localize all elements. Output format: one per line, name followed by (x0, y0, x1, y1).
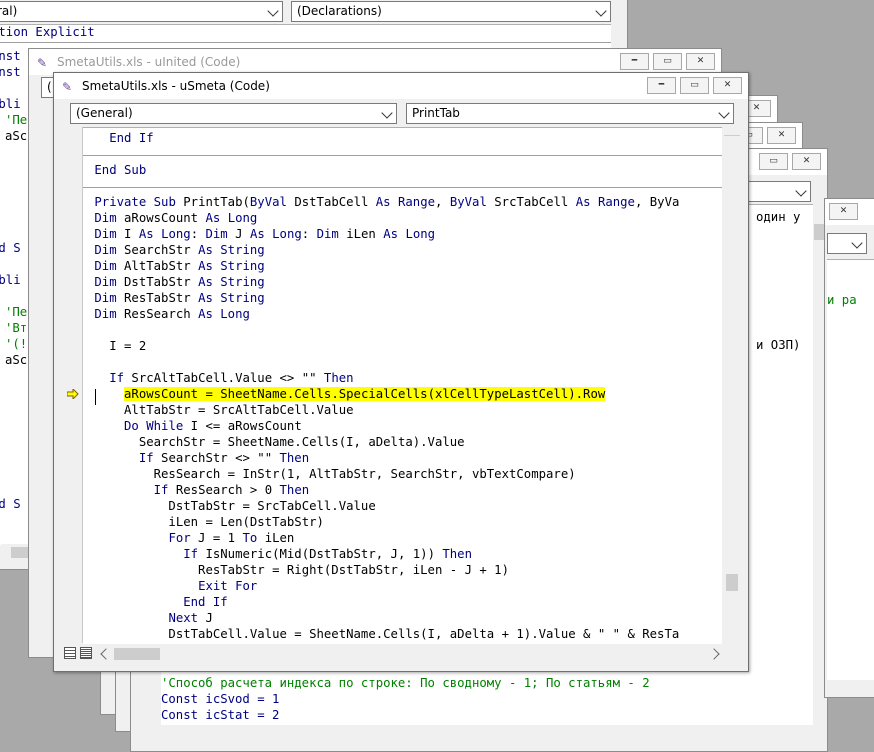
code-line: aSc (5, 129, 28, 143)
scrollbar-thumb[interactable] (114, 648, 160, 660)
code-line: onst (0, 65, 21, 79)
code-line: ption Explicit (0, 25, 95, 39)
code-line: iLen = Len(DstTabStr) (87, 515, 324, 529)
procedure-separator (83, 155, 722, 156)
code-line: ResTabStr = Right(DstTabStr, iLen - J + … (87, 563, 509, 577)
object-combo[interactable]: (General) (70, 103, 397, 124)
title-bar[interactable]: ✕ (825, 199, 874, 225)
code-line: 'Пе (5, 113, 28, 127)
code-area-main[interactable]: End If End Sub Private Sub PrintTab(ByVa… (83, 127, 722, 644)
code-line: и ра (827, 293, 857, 307)
close-button[interactable]: ✕ (686, 53, 715, 70)
scrollbar-thumb[interactable] (726, 574, 738, 591)
code-line: If IsNumeric(Mid(DstTabStr, J, 1)) Then (183, 547, 472, 561)
full-module-view-icon[interactable] (80, 647, 92, 659)
code-line: Const icSvod = 1 (161, 692, 280, 706)
chevron-down-icon (381, 107, 393, 119)
code-line: nd S (0, 497, 21, 511)
vba-module-icon: ✎ (62, 80, 73, 94)
close-button[interactable]: ✕ (792, 153, 821, 170)
execution-highlight: aRowsCount = SheetName.Cells.SpecialCell… (124, 387, 606, 401)
code-line: Dim ResSearch As Long (94, 307, 250, 321)
code-line: Dim I As Long: Dim J As Long: Dim iLen A… (94, 227, 436, 241)
code-area-far-right[interactable]: и ра (827, 259, 874, 680)
code-line: один у (756, 210, 801, 224)
code-line: Do While I <= aRowsCount (124, 419, 302, 433)
code-line: onst (0, 49, 21, 63)
code-line: Dim aRowsCount As Long (94, 211, 258, 225)
code-line: DstTabStr = SrcTabCell.Value (87, 499, 376, 513)
title-bar-usmeta[interactable]: ✎ SmetaUtils.xls - uSmeta (Code) ━ ▭ ✕ (54, 73, 748, 99)
object-combo-back[interactable]: ral) (0, 1, 283, 22)
code-line: ubli (0, 97, 21, 111)
code-line: Dim DstTabStr As String (94, 275, 265, 289)
procedure-combo-back[interactable]: (Declarations) (291, 1, 611, 22)
chevron-down-icon (595, 5, 607, 17)
code-line: End If (183, 595, 228, 609)
code-line: End Sub (94, 163, 147, 177)
code-line: aRowsCount = SheetName.Cells.SpecialCell… (87, 386, 606, 402)
procedure-combo-far-right[interactable] (827, 233, 867, 254)
code-line: AltTabStr = SrcAltTabCell.Value (87, 403, 354, 417)
code-line: End If (109, 131, 154, 145)
close-button[interactable]: ✕ (829, 203, 858, 220)
chevron-down-icon (718, 107, 730, 119)
code-line: 'Вт (5, 321, 28, 335)
code-line: 'Способ расчета индекса по строке: По св… (161, 676, 650, 690)
maximize-button[interactable]: ▭ (653, 53, 682, 70)
code-line: If SrcAltTabCell.Value <> "" Then (109, 371, 354, 385)
code-margin (62, 127, 83, 643)
code-line: Dim ResTabStr As String (94, 291, 265, 305)
code-window-usmeta[interactable]: ✎ SmetaUtils.xls - uSmeta (Code) ━ ▭ ✕ (… (53, 72, 749, 672)
maximize-button[interactable]: ▭ (680, 77, 709, 94)
procedure-view-icon[interactable] (64, 647, 76, 659)
code-line: Dim AltTabStr As String (94, 259, 265, 273)
window-title: SmetaUtils.xls - uInited (Code) (57, 55, 241, 69)
vba-module-icon: ✎ (37, 56, 48, 70)
close-button[interactable]: ✕ (713, 77, 742, 94)
code-line: SearchStr = SheetName.Cells(I, aDelta).V… (87, 435, 465, 449)
code-line: Next J (168, 611, 213, 625)
scroll-right-arrow[interactable] (708, 648, 720, 660)
minimize-button[interactable]: ━ (620, 53, 649, 70)
code-line: If ResSearch > 0 Then (153, 483, 310, 497)
scroll-left-arrow[interactable] (100, 648, 112, 660)
minimize-button[interactable]: ━ (647, 77, 676, 94)
execution-pointer-icon (66, 387, 79, 401)
code-line: '(! (5, 337, 28, 351)
window-title: SmetaUtils.xls - uSmeta (Code) (82, 79, 270, 93)
code-line: Private Sub PrintTab(ByVal DstTabCell As… (94, 195, 680, 209)
code-line: Const icStat = 2 (161, 708, 280, 722)
code-line: Exit For (198, 579, 258, 593)
code-line: Dim SearchStr As String (94, 243, 265, 257)
code-line: 'Пе (5, 305, 28, 319)
procedure-combo[interactable]: PrintTab (406, 103, 734, 124)
maximize-button[interactable]: ▭ (759, 153, 788, 170)
code-window-far-right[interactable]: ✕ и ра (824, 198, 874, 698)
chevron-down-icon (795, 185, 807, 197)
procedure-separator (0, 42, 611, 43)
close-button[interactable]: ✕ (767, 127, 796, 144)
code-line: I = 2 (87, 339, 147, 353)
code-line: DstTabCell.Value = SheetName.Cells(I, aD… (87, 627, 680, 641)
horizontal-scrollbar[interactable] (96, 646, 724, 662)
code-line: aSc (5, 353, 28, 367)
code-line: ubli (0, 273, 21, 287)
procedure-separator (83, 187, 722, 188)
code-line: If SearchStr <> "" Then (138, 451, 310, 465)
code-line: nd S (0, 241, 21, 255)
code-line: и ОЗП) (756, 338, 801, 352)
code-line: For J = 1 To iLen (168, 531, 295, 545)
vertical-scrollbar[interactable] (724, 127, 740, 643)
chevron-down-icon (267, 5, 279, 17)
code-line: ResSearch = InStr(1, AltTabStr, SearchSt… (87, 467, 576, 481)
scroll-up-arrow[interactable] (724, 127, 740, 136)
chevron-down-icon (851, 237, 863, 249)
